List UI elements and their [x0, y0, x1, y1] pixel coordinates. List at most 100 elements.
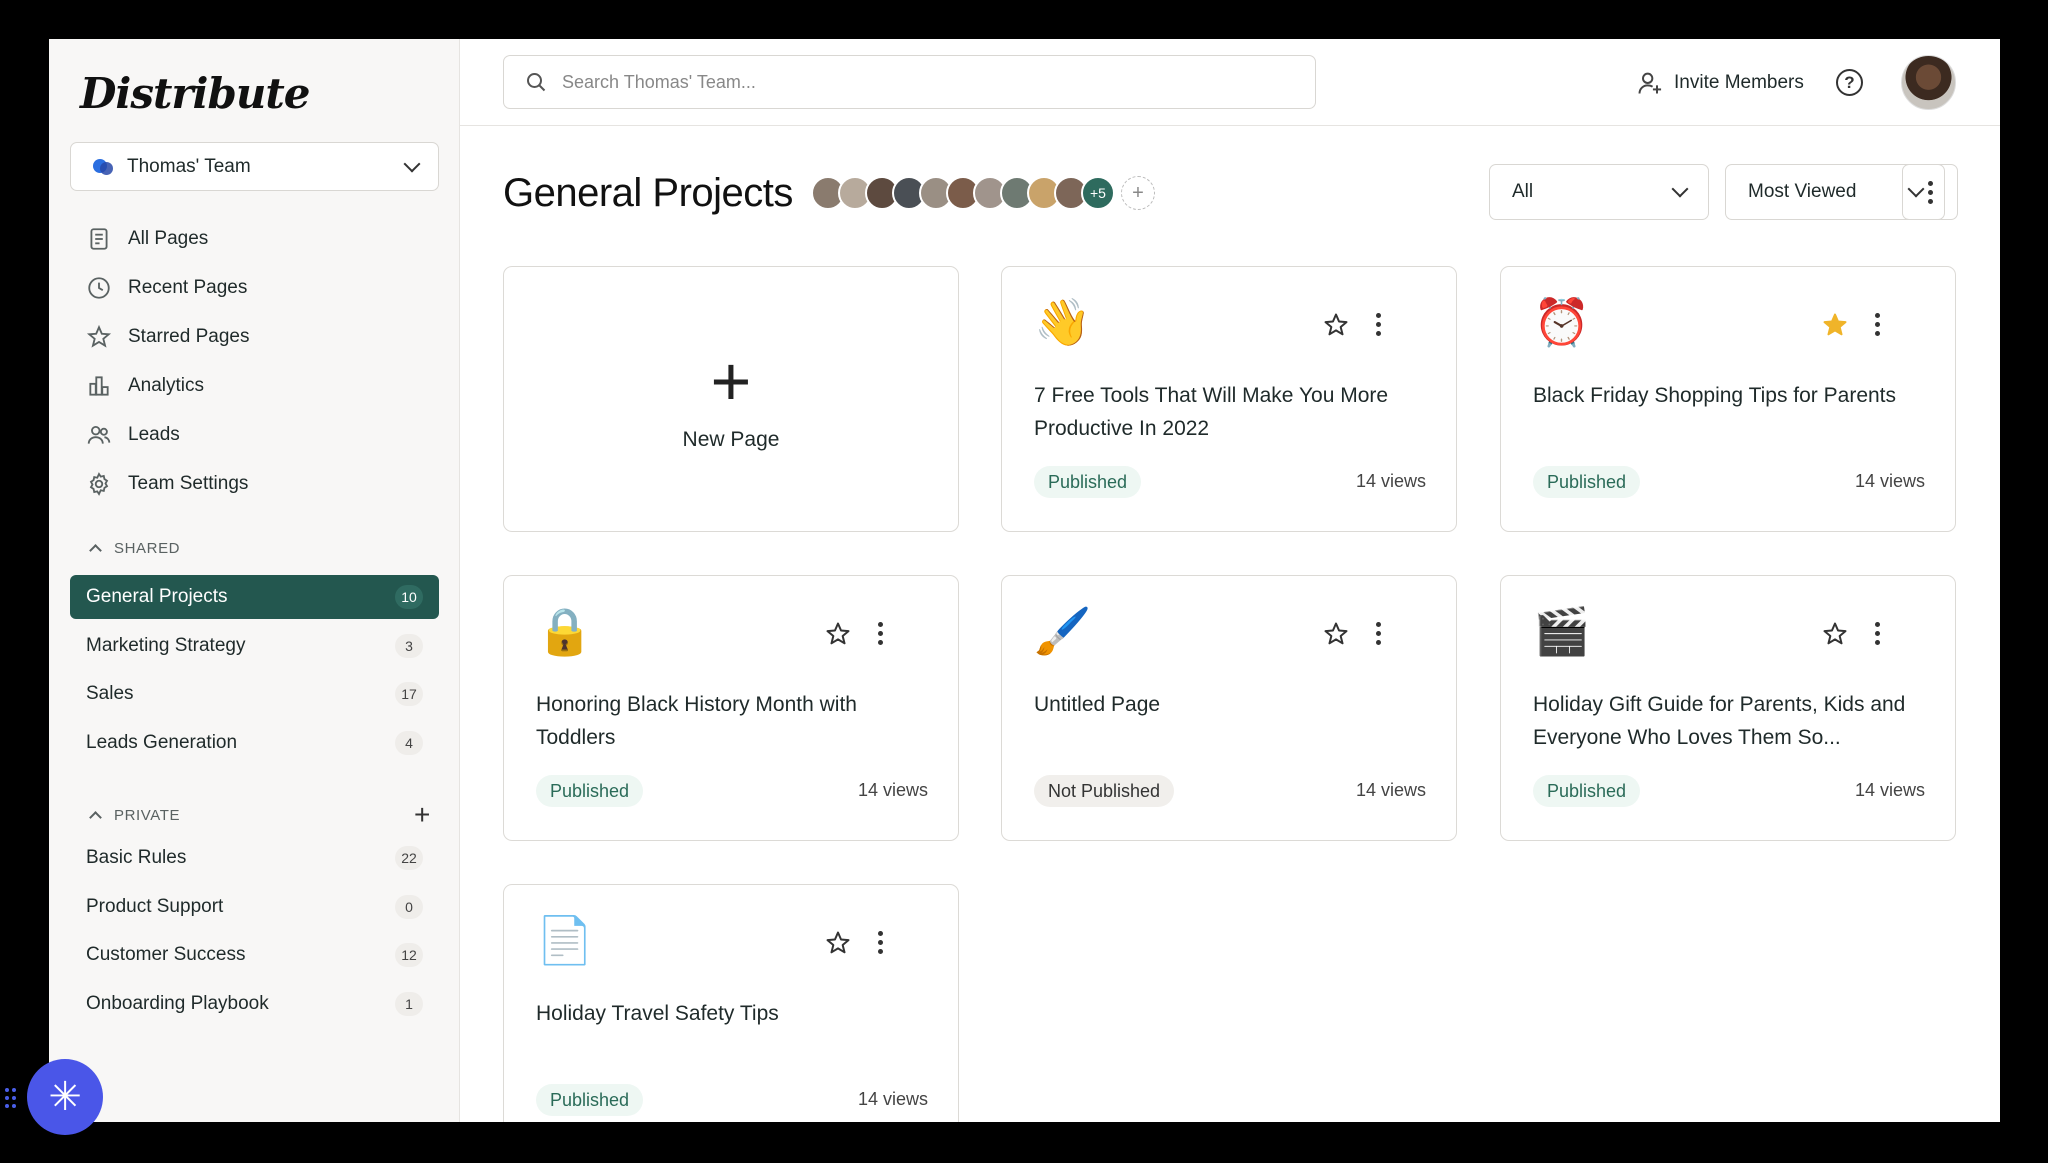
private-folder-list: Basic Rules 22 Product Support 0 Custome…: [70, 836, 439, 1030]
nav-starred-pages[interactable]: Starred Pages: [70, 312, 439, 361]
page-title: 7 Free Tools That Will Make You More Pro…: [1034, 384, 1389, 440]
add-folder-button[interactable]: +: [414, 801, 431, 829]
page-card[interactable]: 📄 Holiday Travel Safety Tips Published 1…: [503, 884, 959, 1122]
new-page-label: New Page: [682, 428, 780, 451]
folder-count: 0: [395, 894, 423, 919]
page-card[interactable]: ⏰ Black Friday Shopping Tips for Parents…: [1500, 266, 1956, 532]
folder-product-support[interactable]: Product Support 0: [70, 885, 439, 929]
star-icon[interactable]: [824, 929, 852, 957]
folder-count: 10: [395, 585, 423, 609]
star-icon: [86, 324, 112, 350]
folder-basic-rules[interactable]: Basic Rules 22: [70, 836, 439, 880]
page-emoji-icon: 🎬: [1533, 605, 1591, 657]
search-input[interactable]: Search Thomas' Team...: [503, 55, 1316, 109]
user-avatar[interactable]: [1901, 55, 1956, 110]
invite-members-button[interactable]: Invite Members: [1636, 69, 1804, 97]
folder-label: Sales: [86, 683, 134, 705]
page-card[interactable]: 🖌️ Untitled Page Not Published 14 views: [1001, 575, 1457, 841]
add-member-button[interactable]: +: [1120, 176, 1155, 210]
more-members-badge[interactable]: +5: [1080, 176, 1115, 210]
nav-label: Starred Pages: [128, 325, 250, 347]
nav-label: Recent Pages: [128, 276, 248, 298]
nav-label: Team Settings: [128, 472, 249, 494]
star-icon[interactable]: [1322, 620, 1350, 648]
page-card[interactable]: 👋 7 Free Tools That Will Make You More P…: [1001, 266, 1457, 532]
chevron-down-icon: [1671, 180, 1689, 198]
view-count: 14 views: [1854, 780, 1925, 800]
folder-general-projects[interactable]: General Projects 10: [70, 575, 439, 619]
chevron-up-icon: [89, 544, 102, 557]
page-emoji-icon: ⏰: [1533, 296, 1591, 348]
page-emoji-icon: 🖌️: [1034, 605, 1092, 657]
main-content: Search Thomas' Team... Invite Members ? …: [460, 39, 2000, 1122]
star-icon[interactable]: [824, 620, 852, 648]
nav-recent-pages[interactable]: Recent Pages: [70, 263, 439, 312]
main-nav: All Pages Recent Pages Starred Pages Ana…: [70, 214, 439, 508]
star-filled-icon[interactable]: [1821, 311, 1849, 339]
team-selector[interactable]: Thomas' Team: [70, 142, 439, 191]
drag-handle-icon[interactable]: [5, 1088, 19, 1110]
card-menu-icon[interactable]: [1376, 622, 1381, 645]
view-count: 14 views: [1355, 780, 1426, 800]
member-avatars[interactable]: +5 +: [810, 176, 1155, 210]
shared-section-toggle[interactable]: SHARED: [87, 540, 437, 557]
star-icon[interactable]: [1821, 620, 1849, 648]
nav-all-pages[interactable]: All Pages: [70, 214, 439, 263]
status-badge: Published: [1034, 466, 1142, 498]
folder-leads-generation[interactable]: Leads Generation 4: [70, 721, 439, 765]
more-options-button[interactable]: [1902, 164, 1958, 220]
star-icon[interactable]: [1322, 311, 1350, 339]
assistant-fab-button[interactable]: ✳: [27, 1059, 103, 1135]
card-menu-icon[interactable]: [1875, 622, 1880, 645]
topbar: Search Thomas' Team... Invite Members ?: [460, 39, 2000, 126]
plus-icon: +: [710, 342, 752, 420]
page-title: Untitled Page: [1034, 693, 1161, 716]
card-menu-icon[interactable]: [1376, 313, 1381, 336]
status-badge: Published: [1533, 466, 1641, 498]
status-filter-dropdown[interactable]: All: [1489, 164, 1709, 220]
page-header: General Projects +5 + All Most Viewed: [503, 164, 1958, 222]
help-icon[interactable]: ?: [1836, 69, 1863, 96]
folder-count: 3: [395, 633, 423, 658]
nav-team-settings[interactable]: Team Settings: [70, 459, 439, 508]
search-icon: [527, 73, 546, 92]
nav-analytics[interactable]: Analytics: [70, 361, 439, 410]
folder-onboarding-playbook[interactable]: Onboarding Playbook 1: [70, 982, 439, 1026]
team-name: Thomas' Team: [127, 155, 251, 177]
folder-label: Onboarding Playbook: [86, 992, 269, 1014]
folder-customer-success[interactable]: Customer Success 12: [70, 933, 439, 977]
folder-marketing-strategy[interactable]: Marketing Strategy 3: [70, 624, 439, 668]
search-placeholder: Search Thomas' Team...: [562, 71, 756, 92]
sort-value: Most Viewed: [1748, 181, 1857, 202]
sidebar: Distribute Thomas' Team All Pages Recent…: [49, 39, 460, 1122]
page-title: Honoring Black History Month with Toddle…: [536, 693, 857, 749]
nav-label: All Pages: [128, 227, 209, 249]
clock-icon: [86, 275, 112, 301]
page-emoji-icon: 👋: [1034, 296, 1092, 348]
chevron-down-icon: [403, 155, 421, 172]
folder-label: General Projects: [86, 586, 228, 607]
chevron-up-icon[interactable]: [89, 810, 102, 824]
nav-leads[interactable]: Leads: [70, 410, 439, 459]
page-card[interactable]: 🎬 Holiday Gift Guide for Parents, Kids a…: [1500, 575, 1956, 841]
folder-label: Marketing Strategy: [86, 634, 246, 656]
folder-label: Product Support: [86, 895, 224, 917]
nav-label: Analytics: [128, 374, 205, 396]
card-menu-icon[interactable]: [878, 931, 883, 954]
nav-label: Leads: [128, 423, 180, 445]
bar-chart-icon: [86, 373, 112, 399]
card-menu-icon[interactable]: [1875, 313, 1880, 336]
folder-sales[interactable]: Sales 17: [70, 672, 439, 716]
new-page-card[interactable]: + New Page: [503, 266, 959, 532]
team-avatar-icon: [93, 158, 115, 176]
folder-label: Customer Success: [86, 944, 246, 966]
view-count: 14 views: [1854, 471, 1925, 491]
view-count: 14 views: [1355, 471, 1426, 491]
card-menu-icon[interactable]: [878, 622, 883, 645]
folder-count: 12: [395, 943, 423, 968]
page-card[interactable]: 🔒 Honoring Black History Month with Todd…: [503, 575, 959, 841]
users-icon: [86, 422, 112, 448]
folder-count: 22: [395, 846, 423, 870]
page-emoji-icon: 📄: [536, 914, 594, 966]
page-title: Black Friday Shopping Tips for Parents: [1533, 384, 1897, 407]
